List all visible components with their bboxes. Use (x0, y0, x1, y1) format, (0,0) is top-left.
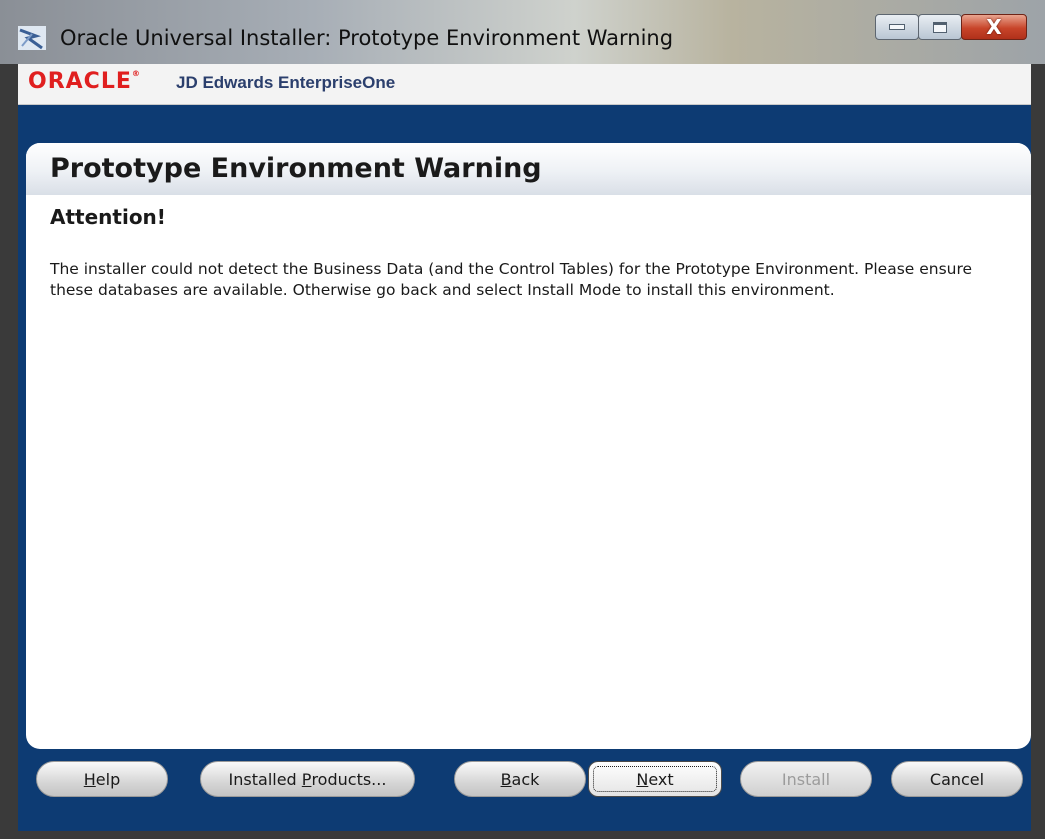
maximize-icon (933, 21, 947, 33)
installed-products-button[interactable]: Installed Products... (200, 761, 415, 797)
brand-bar: ORACLE® JD Edwards EnterpriseOne (18, 64, 1031, 105)
next-label-post: ext (648, 769, 674, 789)
back-label-post: ack (511, 769, 540, 789)
oracle-installer-app-icon (18, 26, 46, 50)
installed-products-label-pre: Installed (228, 769, 302, 789)
cancel-button[interactable]: Cancel (891, 761, 1023, 797)
installer-main-frame: Prototype Environment Warning Attention!… (18, 105, 1031, 831)
back-button[interactable]: Back (454, 761, 586, 797)
cancel-label: Cancel (929, 769, 985, 789)
panel-header: Prototype Environment Warning (26, 143, 1031, 195)
help-label-post: elp (95, 769, 121, 789)
next-button[interactable]: Next (588, 761, 722, 797)
back-mnemonic: B (500, 769, 512, 789)
minimize-button[interactable] (875, 14, 919, 40)
help-mnemonic: H (83, 769, 96, 789)
install-button[interactable]: Install (740, 761, 872, 797)
attention-heading: Attention! (50, 205, 166, 229)
content-panel: Prototype Environment Warning Attention!… (26, 143, 1031, 749)
installed-products-label-post: roducts... (311, 769, 387, 789)
page-title: Prototype Environment Warning (50, 153, 542, 184)
close-button[interactable]: X (961, 14, 1027, 40)
maximize-button[interactable] (918, 14, 962, 40)
product-name: JD Edwards EnterpriseOne (176, 73, 396, 92)
minimize-icon (889, 24, 905, 30)
oracle-logo: ORACLE® (28, 69, 141, 94)
installed-products-mnemonic: P (301, 769, 312, 789)
help-button[interactable]: Help (36, 761, 168, 797)
install-label: Install (781, 769, 831, 789)
window-title: Oracle Universal Installer: Prototype En… (60, 26, 674, 50)
window-title-bar[interactable]: Oracle Universal Installer: Prototype En… (0, 0, 1045, 64)
button-bar: Help Installed Products... Back Next Ins… (18, 753, 1031, 803)
window-controls: X (875, 14, 1027, 42)
warning-message: The installer could not detect the Busin… (50, 260, 973, 299)
next-mnemonic: N (636, 769, 649, 789)
close-icon: X (986, 15, 1002, 39)
